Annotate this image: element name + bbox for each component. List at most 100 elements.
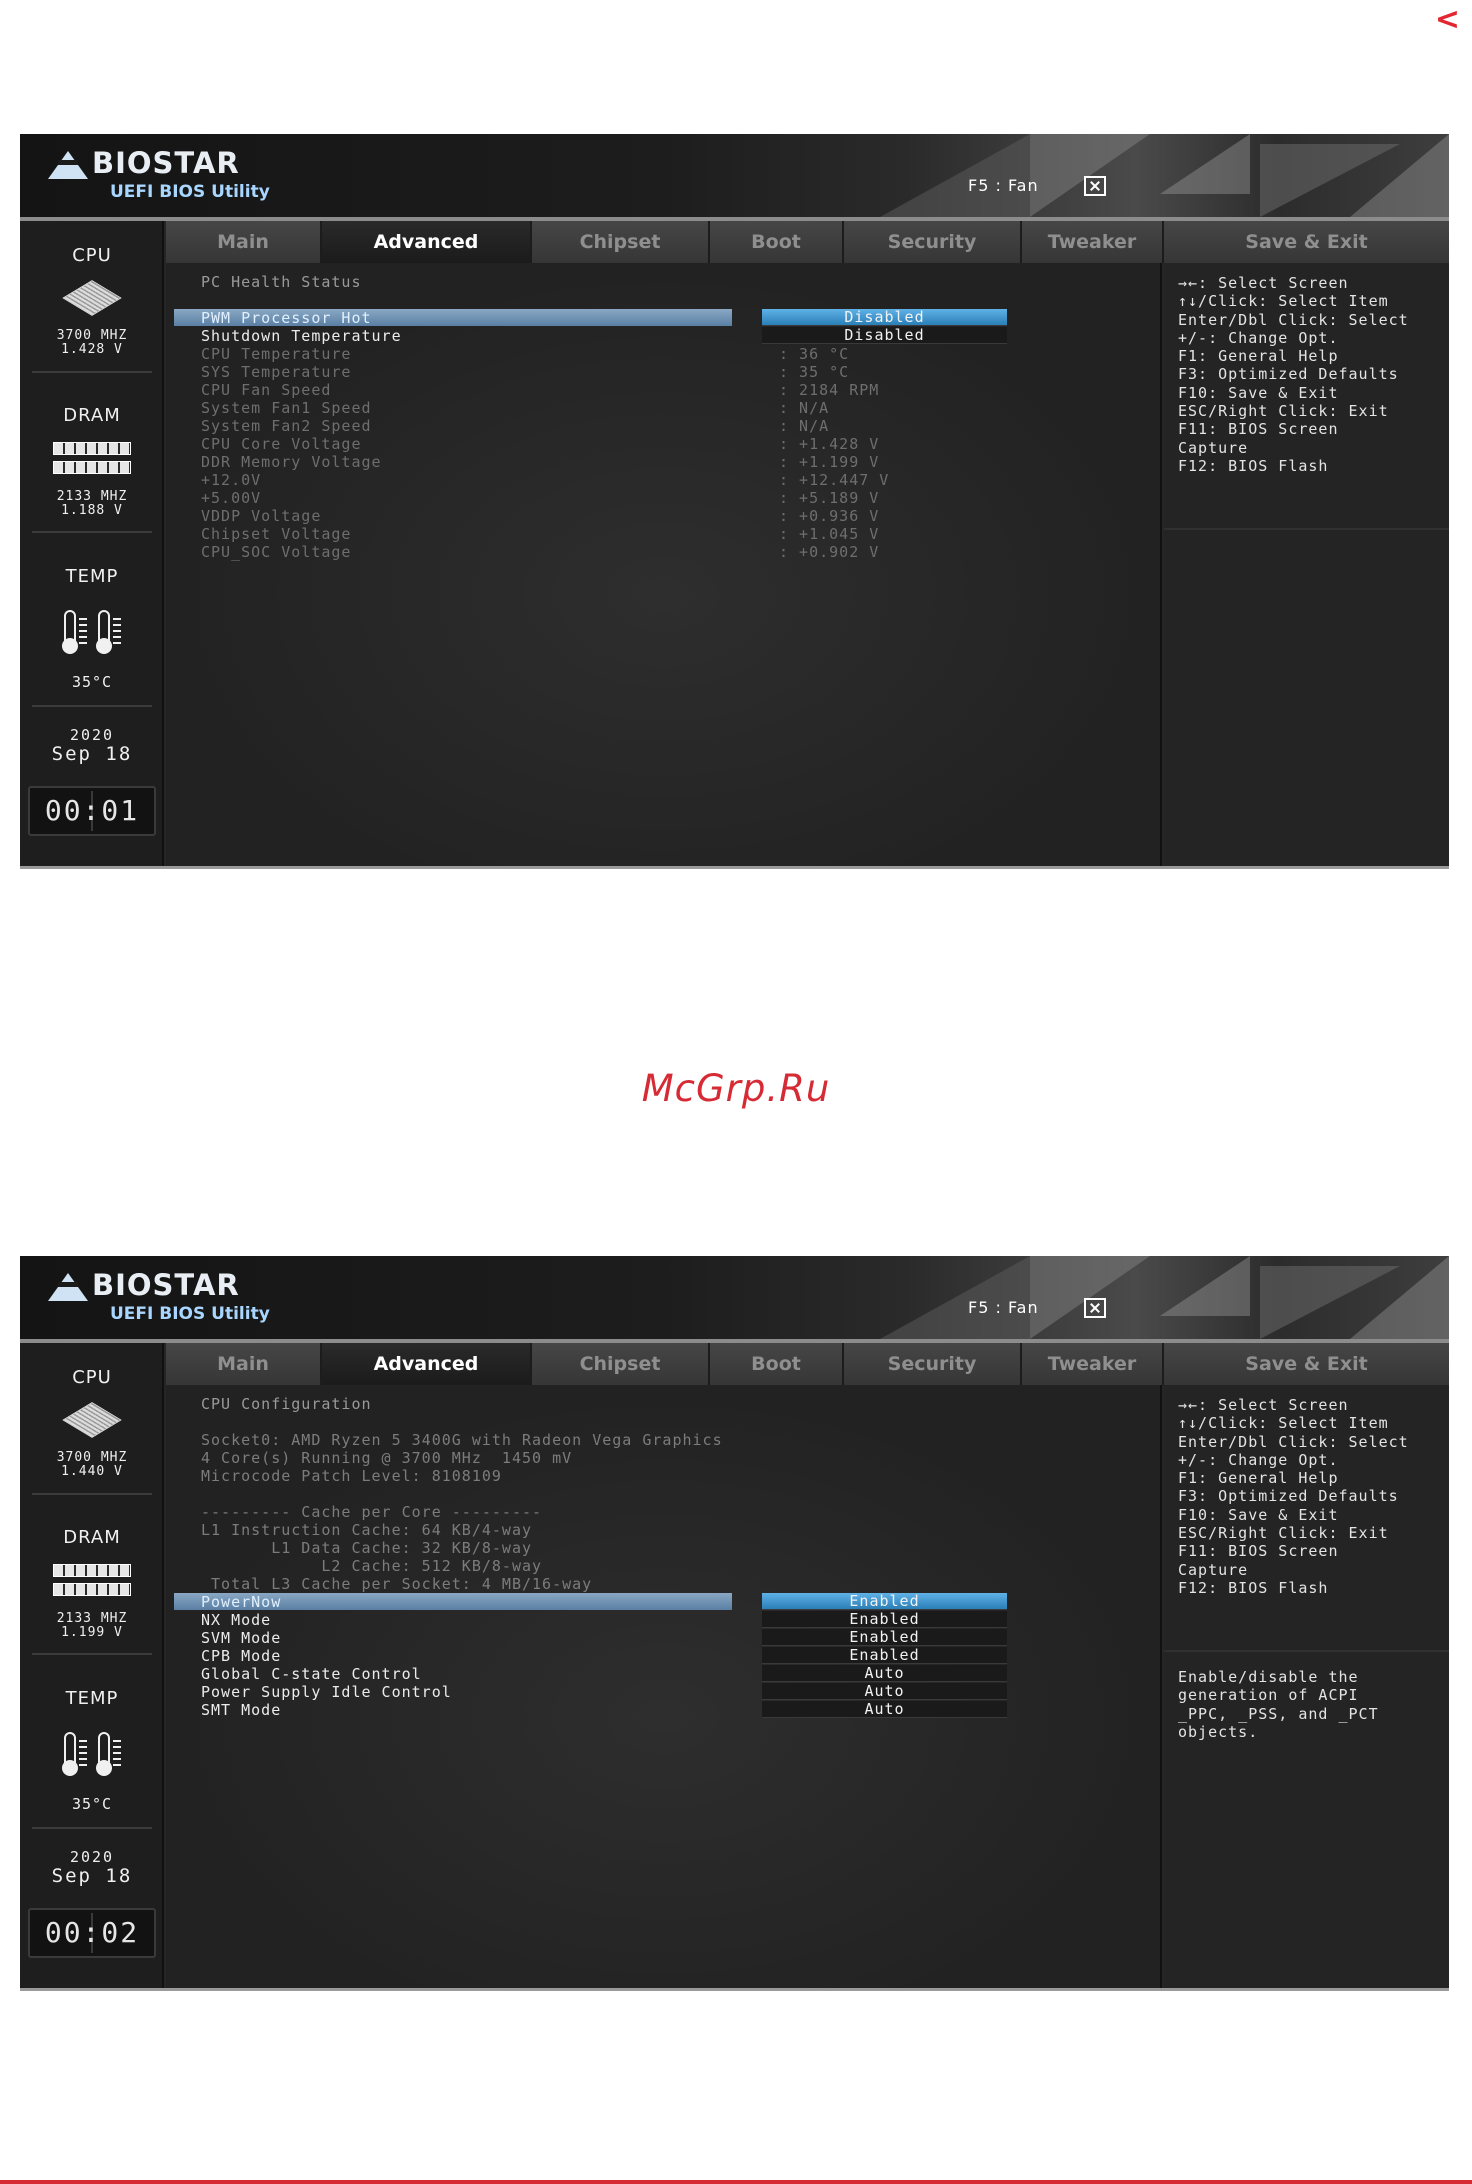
f5-fan-shortcut[interactable]: F5 : Fan: [968, 176, 1039, 195]
reading-row: VDDP Voltage: +0.936 V: [201, 507, 880, 525]
info-line: 4 Core(s) Running @ 3700 MHz 1450 mV: [201, 1449, 573, 1467]
reading-row: +12.0V: +12.447 V: [201, 471, 890, 489]
tab-save-exit[interactable]: Save & Exit: [1164, 1343, 1449, 1385]
logo-subtitle: UEFI BIOS Utility: [110, 182, 270, 202]
help-panel: →←: Select Screen ↑↓/Click: Select Item …: [1164, 263, 1449, 866]
setting-value-select[interactable]: Auto: [762, 1701, 1007, 1718]
setting-value-select[interactable]: Disabled: [762, 327, 1007, 344]
bios-header: BIOSTAR UEFI BIOS Utility F5 : Fan: [20, 1256, 1449, 1339]
help-panel: →←: Select Screen ↑↓/Click: Select Item …: [1164, 1385, 1449, 1988]
tab-advanced[interactable]: Advanced: [322, 221, 532, 263]
setting-value-select[interactable]: Enabled: [762, 1593, 1007, 1610]
setting-label: Shutdown Temperature: [201, 327, 402, 345]
tab-tweaker[interactable]: Tweaker: [1022, 221, 1164, 263]
setting-label: Power Supply Idle Control: [201, 1683, 452, 1701]
dram-frequency: 2133 MHZ: [56, 1611, 128, 1626]
clock-time: 00:01: [44, 794, 140, 827]
setting-powernow[interactable]: PowerNow Enabled: [174, 1593, 1154, 1611]
cpu-chip-icon: [50, 1402, 134, 1438]
setting-label: Global C-state Control: [201, 1665, 422, 1683]
clock: 00:02: [28, 1908, 156, 1958]
temperature-value: 35°C: [71, 1795, 113, 1813]
temp-title: TEMP: [65, 566, 119, 587]
tab-tweaker[interactable]: Tweaker: [1022, 1343, 1164, 1385]
tab-advanced[interactable]: Advanced: [322, 1343, 532, 1385]
date-year: 2020: [69, 1848, 115, 1866]
setting-cpb-mode[interactable]: CPB Mode Enabled: [174, 1647, 1154, 1665]
setting-label: NX Mode: [201, 1611, 272, 1629]
setting-value-select[interactable]: Enabled: [762, 1647, 1007, 1664]
reading-row: System Fan2 Speed: N/A: [201, 417, 830, 435]
tab-boot[interactable]: Boot: [710, 221, 844, 263]
setting-label: SMT Mode: [201, 1701, 282, 1719]
tab-main[interactable]: Main: [166, 221, 322, 263]
setting-smt-mode[interactable]: SMT Mode Auto: [174, 1701, 1154, 1719]
reading-row: CPU_SOC Voltage: +0.902 V: [201, 543, 880, 561]
tab-security[interactable]: Security: [844, 1343, 1022, 1385]
clock: 00:01: [28, 786, 156, 836]
dram-voltage: 1.188 V: [61, 503, 123, 518]
info-line: L1 Instruction Cache: 64 KB/4-way: [201, 1521, 533, 1539]
settings-panel: PC Health Status PWM Processor Hot Disab…: [166, 263, 1162, 866]
setting-svm-mode[interactable]: SVM Mode Enabled: [174, 1629, 1154, 1647]
reading-row: +5.00V: +5.189 V: [201, 489, 880, 507]
page-title: PC Health Status: [201, 273, 362, 291]
setting-power-supply-idle-control[interactable]: Power Supply Idle Control Auto: [174, 1683, 1154, 1701]
manual-page: < BIOSTAR UEFI BIOS Utility F5 : Fan CPU…: [0, 0, 1472, 2184]
info-line: --------- Cache per Core ---------: [201, 1503, 543, 1521]
logo-text: BIOSTAR: [92, 146, 240, 180]
dram-module-icon: [53, 1583, 131, 1596]
dram-title: DRAM: [63, 405, 121, 426]
tab-save-exit[interactable]: Save & Exit: [1164, 221, 1449, 263]
setting-label: CPB Mode: [201, 1647, 282, 1665]
reading-row: System Fan1 Speed: N/A: [201, 399, 830, 417]
setting-value-select[interactable]: Auto: [762, 1665, 1007, 1682]
setting-pwm-processor-hot[interactable]: PWM Processor Hot Disabled: [174, 309, 1154, 327]
setting-label: SVM Mode: [201, 1629, 282, 1647]
cpu-voltage: 1.428 V: [61, 342, 123, 357]
tab-main[interactable]: Main: [166, 1343, 322, 1385]
tab-security[interactable]: Security: [844, 221, 1022, 263]
cpu-title: CPU: [72, 1367, 112, 1388]
setting-value-select[interactable]: Enabled: [762, 1629, 1007, 1646]
bios-screen-cpu-configuration: BIOSTAR UEFI BIOS Utility F5 : Fan CPU 3…: [20, 1256, 1449, 1991]
setting-global-c-state-control[interactable]: Global C-state Control Auto: [174, 1665, 1154, 1683]
dram-module-icon: [53, 442, 131, 455]
tab-boot[interactable]: Boot: [710, 1343, 844, 1385]
reading-row: CPU Core Voltage: +1.428 V: [201, 435, 880, 453]
setting-value-select[interactable]: Auto: [762, 1683, 1007, 1700]
page-back-arrow[interactable]: <: [1435, 2, 1460, 37]
dram-module-icon: [53, 1564, 131, 1577]
tab-bar: Main Advanced Chipset Boot Security Twea…: [166, 1343, 1449, 1385]
setting-shutdown-temperature[interactable]: Shutdown Temperature Disabled: [174, 327, 1154, 345]
reading-row: CPU Fan Speed: 2184 RPM: [201, 381, 880, 399]
f5-fan-shortcut[interactable]: F5 : Fan: [968, 1298, 1039, 1317]
dram-module-icon: [53, 461, 131, 474]
reading-row: SYS Temperature: 35 °C: [201, 363, 850, 381]
temp-title: TEMP: [65, 1688, 119, 1709]
info-line: Microcode Patch Level: 8108109: [201, 1467, 502, 1485]
tab-chipset[interactable]: Chipset: [532, 1343, 710, 1385]
date-month-day: Sep 18: [51, 743, 133, 765]
logo-subtitle: UEFI BIOS Utility: [110, 1304, 270, 1324]
date-year: 2020: [69, 726, 115, 744]
reading-row: CPU Temperature: 36 °C: [201, 345, 850, 363]
logo-text: BIOSTAR: [92, 1268, 240, 1302]
setting-value-select[interactable]: Disabled: [762, 309, 1007, 326]
reading-row: Chipset Voltage: +1.045 V: [201, 525, 880, 543]
tab-bar: Main Advanced Chipset Boot Security Twea…: [166, 221, 1449, 263]
info-line: Socket0: AMD Ryzen 5 3400G with Radeon V…: [201, 1431, 723, 1449]
help-description: Enable/disable the generation of ACPI _P…: [1178, 1668, 1379, 1741]
page-title: CPU Configuration: [201, 1395, 372, 1413]
dram-title: DRAM: [63, 1527, 121, 1548]
setting-value-select[interactable]: Enabled: [762, 1611, 1007, 1628]
temperature-value: 35°C: [71, 673, 113, 691]
settings-panel: CPU Configuration Socket0: AMD Ryzen 5 3…: [166, 1385, 1162, 1988]
fan-icon[interactable]: [1084, 176, 1106, 196]
setting-label: PWM Processor Hot: [201, 309, 372, 327]
status-sidebar: CPU 3700 MHZ 1.440 V DRAM 2133 MHZ 1.199…: [20, 1343, 164, 1988]
setting-nx-mode[interactable]: NX Mode Enabled: [174, 1611, 1154, 1629]
fan-icon[interactable]: [1084, 1298, 1106, 1318]
tab-chipset[interactable]: Chipset: [532, 221, 710, 263]
cpu-frequency: 3700 MHZ: [56, 1450, 128, 1465]
